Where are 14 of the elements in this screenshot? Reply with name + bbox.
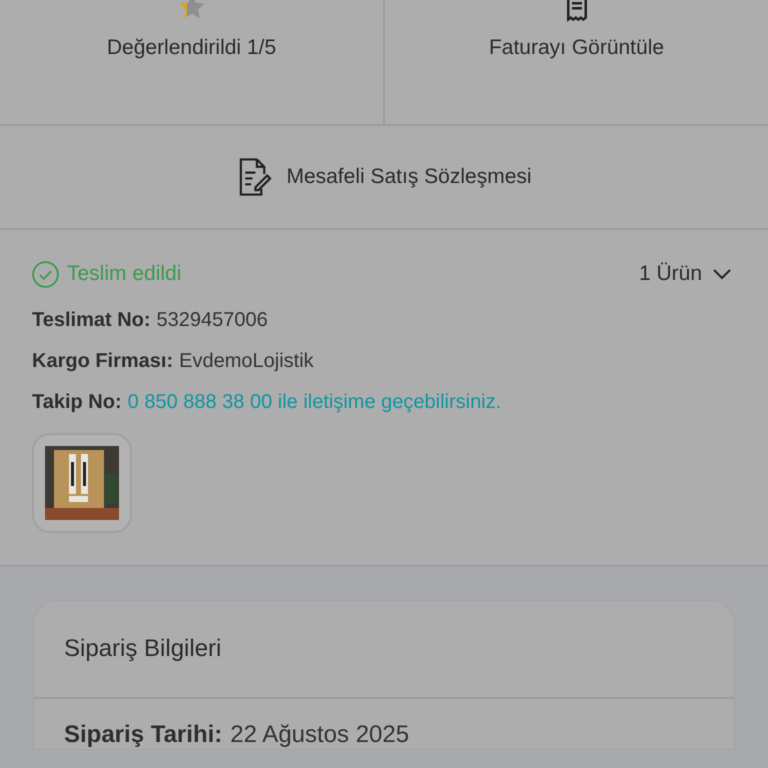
field-label: Sipariş Tarihi: [64,721,222,749]
check-circle-icon [32,260,59,288]
item-count-toggle[interactable]: 1 Ürün [638,262,736,286]
field-label: Takip No: [32,391,122,414]
field-value: 5329457006 [156,309,268,332]
card-title: Sipariş Bilgileri [64,635,222,663]
field-value: EvdemoLojistik [179,350,314,373]
chevron-icon [712,268,732,280]
field-label: Kargo Firması: [32,350,174,373]
delivery-status: Teslim edildi [32,260,182,288]
contract-button[interactable]: Mesafeli Satış Sözleşmesi [0,126,768,230]
field-value: 22 Ağustos 2025 [230,721,410,749]
field-label: Teslimat No: [32,309,151,332]
product-thumbnail[interactable] [32,433,132,533]
